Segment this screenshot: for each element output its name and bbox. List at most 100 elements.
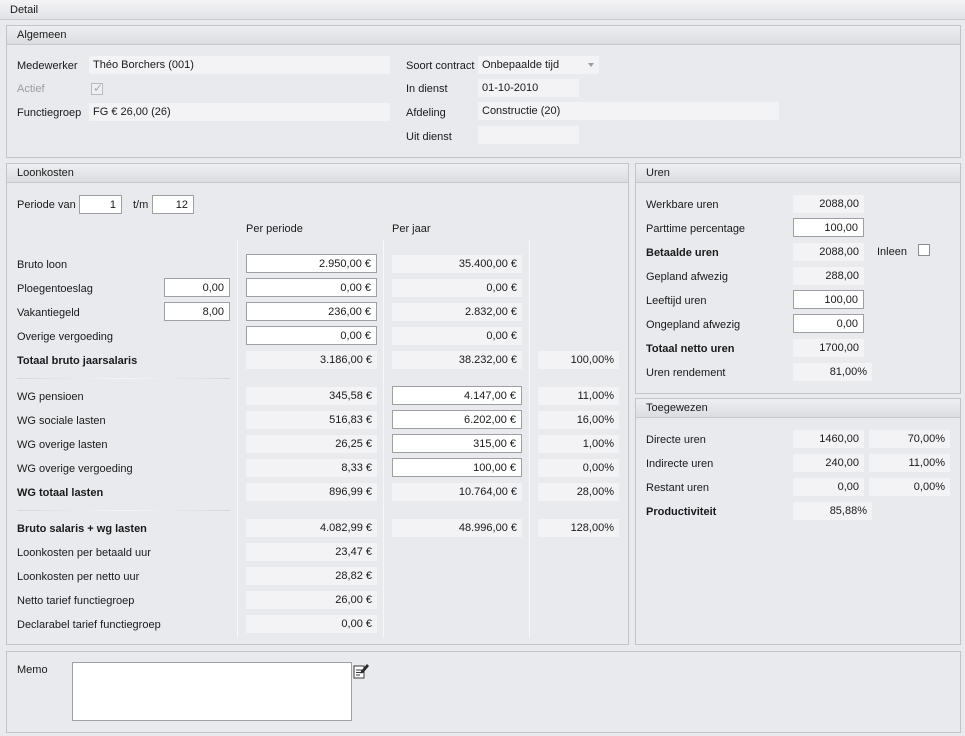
directe-uren-pct: 70,00%	[869, 430, 950, 448]
separator	[17, 378, 230, 379]
indirecte-uren-value: 240,00	[793, 454, 864, 472]
wg-pensioen-jaar-input[interactable]: 4.147,00 €	[392, 386, 522, 405]
totaal-netto-uren-value: 1700,00	[793, 339, 864, 357]
uit-dienst-field[interactable]	[478, 126, 579, 144]
ongepland-afwezig-input[interactable]: 0,00	[793, 314, 864, 333]
vakantiegeld-label: Vakantiegeld	[17, 307, 80, 319]
wg-overige-lasten-jaar-input[interactable]: 315,00 €	[392, 434, 522, 453]
wg-overige-lasten-periode: 26,25 €	[246, 435, 377, 453]
wg-totaal-lasten-periode: 896,99 €	[246, 483, 377, 501]
wg-pensioen-periode: 345,58 €	[246, 387, 377, 405]
uren-header: Uren	[636, 164, 960, 183]
bruto-plus-wg-jaar: 48.996,00 €	[392, 519, 522, 537]
overige-vergoeding-jaar: 0,00 €	[392, 327, 522, 345]
ongepland-afwezig-label: Ongepland afwezig	[646, 319, 741, 331]
wg-overige-lasten-pct: 1,00%	[538, 435, 619, 453]
in-dienst-field[interactable]: 01-10-2010	[478, 79, 579, 97]
ploegentoeslag-jaar: 0,00 €	[392, 279, 522, 297]
leeftijd-uren-input[interactable]: 100,00	[793, 290, 864, 309]
wg-totaal-lasten-jaar: 10.764,00 €	[392, 483, 522, 501]
soort-contract-label: Soort contract	[406, 60, 475, 72]
uit-dienst-label: Uit dienst	[406, 131, 452, 143]
inleen-label: Inleen	[877, 246, 907, 258]
column-divider	[237, 240, 238, 638]
totaal-netto-uren-label: Totaal netto uren	[646, 343, 735, 355]
soort-contract-select[interactable]: Onbepaalde tijd	[478, 56, 599, 74]
bruto-plus-wg-periode: 4.082,99 €	[246, 519, 377, 537]
edit-memo-icon[interactable]	[352, 662, 370, 680]
wg-sociale-lasten-periode: 516,83 €	[246, 411, 377, 429]
toegewezen-header: Toegewezen	[636, 399, 960, 418]
vakantiegeld-pct-input[interactable]: 8,00	[164, 302, 230, 321]
actief-checkbox[interactable]: ✓	[91, 81, 104, 95]
ploegentoeslag-periode-input[interactable]: 0,00 €	[246, 278, 377, 297]
loonkosten-netto-uur-label: Loonkosten per netto uur	[17, 571, 140, 583]
werkbare-uren-value: 2088,00	[793, 195, 864, 213]
wg-overige-vergoeding-pct: 0,00%	[538, 459, 619, 477]
loonkosten-betaald-uur-value: 23,47 €	[246, 543, 377, 561]
ploegentoeslag-label: Ploegentoeslag	[17, 283, 93, 295]
leeftijd-uren-label: Leeftijd uren	[646, 295, 707, 307]
bruto-plus-wg-label: Bruto salaris + wg lasten	[17, 523, 147, 535]
loonkosten-header: Loonkosten	[7, 164, 628, 183]
netto-tarief-value: 26,00 €	[246, 591, 377, 609]
loonkosten-netto-uur-value: 28,82 €	[246, 567, 377, 585]
indirecte-uren-label: Indirecte uren	[646, 458, 714, 470]
restant-uren-label: Restant uren	[646, 482, 709, 494]
overige-vergoeding-label: Overige vergoeding	[17, 331, 114, 343]
wg-pensioen-label: WG pensioen	[17, 391, 84, 403]
gepland-afwezig-value: 288,00	[793, 267, 864, 285]
inleen-checkbox[interactable]	[918, 244, 930, 256]
periode-tm-input[interactable]: 12	[152, 195, 194, 214]
overige-vergoeding-periode-input[interactable]: 0,00 €	[246, 326, 377, 345]
totaal-bruto-periode: 3.186,00 €	[246, 351, 377, 369]
tm-label: t/m	[133, 199, 149, 211]
functiegroep-label: Functiegroep	[17, 107, 82, 119]
column-divider	[529, 240, 530, 638]
afdeling-field[interactable]: Constructie (20)	[478, 102, 779, 120]
productiviteit-label: Productiviteit	[646, 506, 717, 518]
directe-uren-value: 1460,00	[793, 430, 864, 448]
soort-contract-value: Onbepaalde tijd	[482, 59, 560, 71]
betaalde-uren-value: 2088,00	[793, 243, 864, 261]
wg-overige-vergoeding-jaar-input[interactable]: 100,00 €	[392, 458, 522, 477]
betaalde-uren-label: Betaalde uren	[646, 247, 719, 259]
wg-overige-vergoeding-label: WG overige vergoeding	[17, 463, 133, 475]
totaal-bruto-jaar: 38.232,00 €	[392, 351, 522, 369]
bruto-plus-wg-pct: 128,00%	[538, 519, 619, 537]
medewerker-field[interactable]: Théo Borchers (001)	[89, 56, 390, 74]
periode-van-input[interactable]: 1	[79, 195, 122, 214]
totaal-bruto-pct: 100,00%	[538, 351, 619, 369]
wg-sociale-lasten-jaar-input[interactable]: 6.202,00 €	[392, 410, 522, 429]
wg-overige-vergoeding-periode: 8,33 €	[246, 459, 377, 477]
productiviteit-value: 85,88%	[793, 502, 872, 520]
col-per-periode-header: Per periode	[246, 223, 303, 235]
functiegroep-field[interactable]: FG € 26,00 (26)	[89, 103, 390, 121]
bruto-loon-jaar: 35.400,00 €	[392, 255, 522, 273]
check-icon: ✓	[93, 81, 104, 95]
window-title: Detail	[0, 0, 965, 20]
directe-uren-label: Directe uren	[646, 434, 706, 446]
bruto-loon-periode-input[interactable]: 2.950,00 €	[246, 254, 377, 273]
wg-sociale-lasten-label: WG sociale lasten	[17, 415, 106, 427]
afdeling-label: Afdeling	[406, 107, 446, 119]
ploegentoeslag-pct-input[interactable]: 0,00	[164, 278, 230, 297]
vakantiegeld-periode-input[interactable]: 236,00 €	[246, 302, 377, 321]
indirecte-uren-pct: 11,00%	[869, 454, 950, 472]
wg-overige-lasten-label: WG overige lasten	[17, 439, 108, 451]
werkbare-uren-label: Werkbare uren	[646, 199, 719, 211]
col-per-jaar-header: Per jaar	[392, 223, 431, 235]
memo-textarea[interactable]	[72, 662, 352, 721]
medewerker-label: Medewerker	[17, 60, 78, 72]
parttime-input[interactable]: 100,00	[793, 218, 864, 237]
declarabel-tarief-label: Declarabel tarief functiegroep	[17, 619, 161, 631]
uren-rendement-label: Uren rendement	[646, 367, 726, 379]
in-dienst-label: In dienst	[406, 83, 448, 95]
column-divider	[383, 240, 384, 638]
totaal-bruto-label: Totaal bruto jaarsalaris	[17, 355, 138, 367]
chevron-down-icon	[588, 63, 594, 67]
wg-totaal-lasten-pct: 28,00%	[538, 483, 619, 501]
wg-totaal-lasten-label: WG totaal lasten	[17, 487, 104, 499]
bruto-loon-label: Bruto loon	[17, 259, 68, 271]
restant-uren-pct: 0,00%	[869, 478, 950, 496]
